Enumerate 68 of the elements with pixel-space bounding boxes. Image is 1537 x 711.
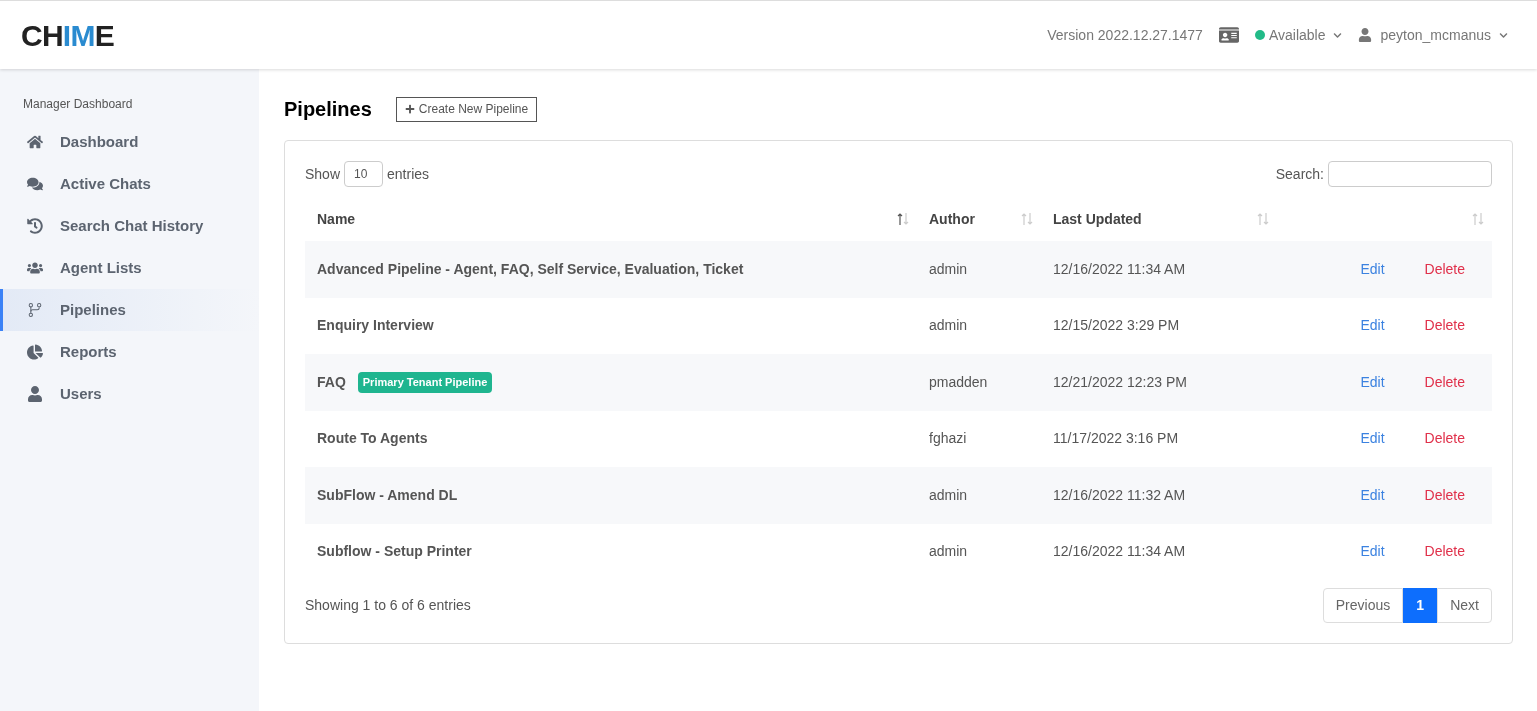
previous-button[interactable]: Previous: [1322, 588, 1404, 623]
status-dropdown[interactable]: Available: [1254, 24, 1343, 46]
entries-info: Showing 1 to 6 of 6 entries: [305, 596, 471, 615]
sidebar-heading: Manager Dashboard: [22, 96, 134, 113]
chat-bubbles-icon: [27, 176, 43, 192]
pipeline-name: SubFlow - Amend DL: [317, 485, 458, 505]
updated-text: 12/16/2022 11:34 AM: [1053, 543, 1186, 560]
user-icon: [1358, 28, 1373, 42]
version-text: Version 2022.12.27.1477: [1047, 25, 1203, 45]
author-text: pmadden: [929, 373, 988, 390]
updated-text: 11/17/2022 3:16 PM: [1053, 430, 1179, 447]
pipeline-name: Enquiry Interview: [317, 316, 434, 336]
column-header[interactable]: Name: [317, 208, 356, 230]
pie-chart-icon: [27, 344, 43, 360]
sidebar-item[interactable]: Active Chats: [0, 163, 259, 205]
edit-link[interactable]: Edit: [1360, 428, 1385, 450]
author-text: admin: [929, 486, 968, 503]
column-header[interactable]: Author: [929, 208, 975, 230]
updated-text: 12/15/2022 3:29 PM: [1053, 317, 1180, 334]
sidebar-item[interactable]: Search Chat History: [0, 205, 259, 247]
sidebar-item[interactable]: Agent Lists: [0, 247, 259, 289]
create-pipeline-button[interactable]: Create New Pipeline: [395, 96, 538, 122]
delete-link[interactable]: Delete: [1424, 484, 1465, 506]
author-text: admin: [929, 317, 968, 334]
search-field[interactable]: [1328, 161, 1492, 187]
branch-icon: [27, 302, 43, 318]
pipeline-name: Subflow - Setup Printer: [317, 542, 472, 562]
sidebar-item[interactable]: Users: [0, 373, 259, 415]
author-text: admin: [929, 260, 968, 277]
updated-text: 12/16/2022 11:34 AM: [1053, 260, 1186, 277]
delete-link[interactable]: Delete: [1424, 258, 1465, 280]
edit-link[interactable]: Edit: [1360, 315, 1385, 337]
group-icon: [27, 260, 43, 276]
home-icon: [27, 134, 43, 150]
delete-link[interactable]: Delete: [1424, 371, 1465, 393]
primary-badge: Primary Tenant Pipeline: [357, 372, 493, 393]
pipeline-name: FAQ: [317, 372, 346, 392]
user-icon: [27, 386, 43, 402]
delete-link[interactable]: Delete: [1424, 428, 1465, 450]
search-label: Search:: [1275, 164, 1324, 184]
edit-link[interactable]: Edit: [1360, 371, 1385, 393]
entries-label: entries: [387, 164, 430, 184]
page-size-select[interactable]: 10: [344, 161, 384, 187]
column-header[interactable]: Last Updated: [1053, 208, 1142, 230]
page-title: Pipelines: [284, 97, 372, 122]
plus-icon: [404, 104, 415, 114]
caret-icon: [1499, 30, 1508, 40]
pipeline-name: Advanced Pipeline - Agent, FAQ, Self Service, Evaluation, Ticket: [317, 259, 744, 279]
edit-link[interactable]: Edit: [1360, 484, 1385, 506]
edit-link[interactable]: Edit: [1360, 541, 1385, 563]
delete-link[interactable]: Delete: [1424, 541, 1465, 563]
delete-link[interactable]: Delete: [1424, 315, 1465, 337]
user-menu[interactable]: peyton_mcmanus: [1358, 24, 1508, 46]
show-label: Show: [305, 164, 341, 184]
history-icon: [27, 218, 43, 234]
author-text: admin: [929, 543, 968, 560]
next-button[interactable]: Next: [1437, 588, 1492, 623]
logo: CHIME: [21, 17, 114, 54]
page-button[interactable]: 1: [1403, 588, 1438, 623]
author-text: fghazi: [929, 430, 967, 447]
updated-text: 12/21/2022 12:23 PM: [1053, 373, 1187, 390]
updated-text: 12/16/2022 11:32 AM: [1053, 486, 1186, 503]
pipeline-name: Route To Agents: [317, 429, 428, 449]
caret-icon: [1333, 30, 1343, 40]
id-card-icon[interactable]: [1218, 25, 1239, 45]
edit-link[interactable]: Edit: [1360, 258, 1385, 280]
sidebar-item[interactable]: Reports: [0, 331, 259, 373]
sidebar-item[interactable]: Dashboard: [0, 121, 259, 163]
